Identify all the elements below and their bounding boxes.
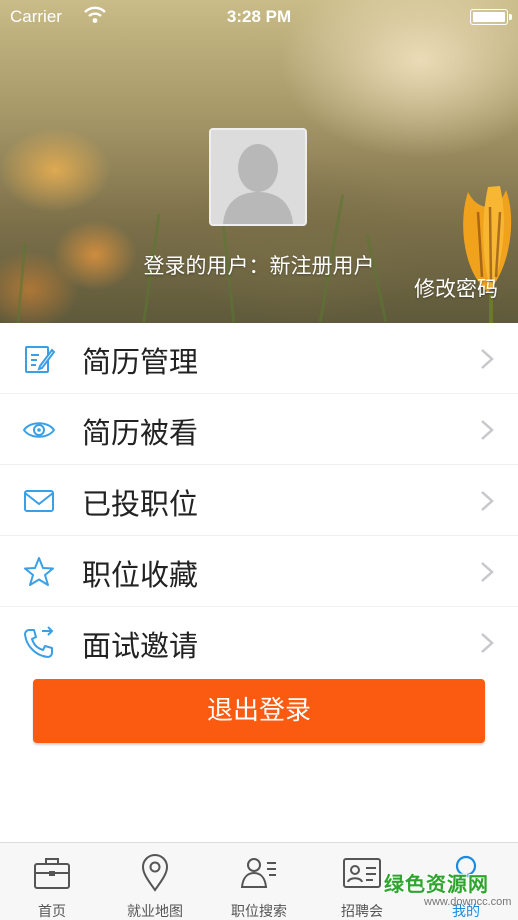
change-password-link[interactable]: 修改密码 [414,273,498,303]
watermark-text: 绿色资源网 [384,872,489,896]
status-bar: Carrier 3:28 PM [0,0,518,36]
tab-job-search[interactable]: 职位搜索 [207,843,311,920]
chevron-right-icon [481,349,494,369]
battery-icon [470,9,512,25]
chevron-right-icon [481,562,494,582]
menu-item-label: 已投职位 [82,487,199,521]
phone-icon [24,626,54,658]
envelope-icon [24,490,54,512]
menu-item-label: 面试邀请 [82,629,199,663]
briefcase-icon [34,858,70,889]
tab-label: 职位搜索 [231,904,287,920]
chevron-right-icon [481,420,494,440]
profile-menu: 简历管理 简历被看 已投职位 职位收藏 面试邀请 [0,323,518,678]
logout-button[interactable]: 退出登录 [33,679,485,743]
map-pin-icon [141,854,169,892]
menu-item-applied-jobs[interactable]: 已投职位 [0,465,518,536]
user-placeholder-icon [211,130,305,224]
menu-item-label: 职位收藏 [82,558,199,592]
menu-item-interview-invitations[interactable]: 面试邀请 [0,607,518,678]
menu-item-label: 简历被看 [82,416,199,450]
tab-home[interactable]: 首页 [0,843,104,920]
chevron-right-icon [481,491,494,511]
star-icon [24,557,54,586]
profile-header: Carrier 3:28 PM 登录的用户：新注册用户 修改密码 [0,0,518,323]
tab-label: 首页 [38,904,66,920]
menu-item-resume-management[interactable]: 简历管理 [0,323,518,394]
menu-item-resume-viewed[interactable]: 简历被看 [0,394,518,465]
person-list-icon [240,858,276,888]
edit-document-icon [25,346,56,373]
tab-employment-map[interactable]: 就业地图 [103,843,207,920]
avatar[interactable] [209,128,307,226]
chevron-right-icon [481,633,494,653]
status-time: 3:28 PM [226,7,292,26]
tab-label: 就业地图 [127,904,183,920]
menu-item-label: 简历管理 [82,345,199,379]
id-card-icon [343,858,381,888]
watermark: 绿色资源网 www.downcc.com [380,866,518,920]
watermark-url: www.downcc.com [424,896,512,908]
menu-item-job-favorites[interactable]: 职位收藏 [0,536,518,607]
eye-icon [22,422,56,438]
